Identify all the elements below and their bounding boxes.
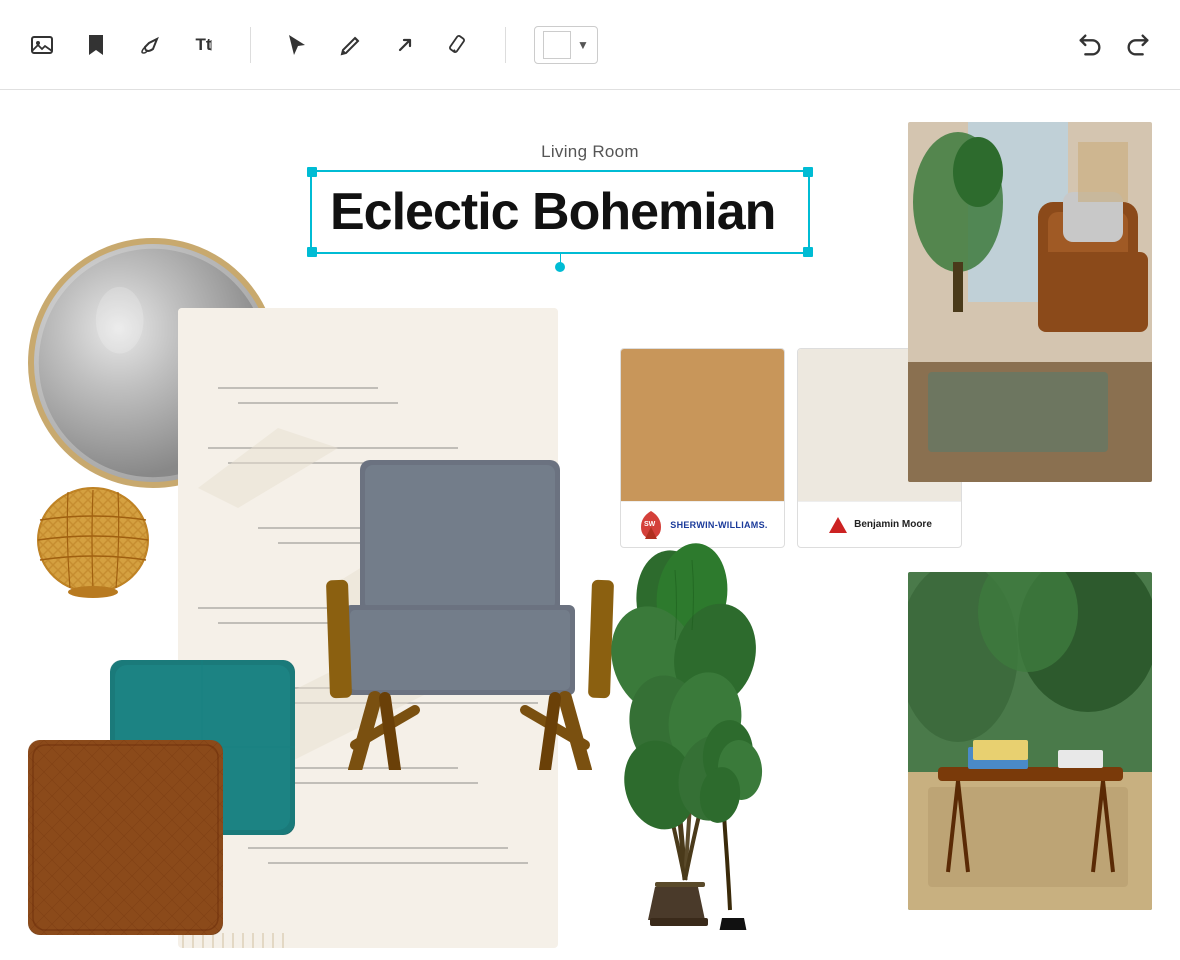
plant-svg [600,530,770,930]
handle-top-left[interactable] [307,167,317,177]
undo-redo-group [1072,27,1156,63]
image-tool[interactable] [24,27,60,63]
title-box-border: Eclectic Bohemian [310,170,810,254]
swatch-color-sw [621,349,784,501]
plant-element[interactable] [600,530,770,930]
pencil-tool[interactable] [441,27,477,63]
title-element[interactable]: Eclectic Bohemian [310,170,810,254]
image-icon [30,33,54,57]
color-dropdown-arrow: ▼ [577,38,589,52]
redo-button[interactable] [1120,27,1156,63]
text-cursor: | [210,39,213,51]
svg-text:SW: SW [644,521,656,528]
select-tool[interactable] [279,27,315,63]
chair-element[interactable] [320,450,620,770]
color-picker-button[interactable]: ▼ [534,26,598,64]
title-text[interactable]: Eclectic Bohemian [330,182,790,242]
color-swatch [543,31,571,59]
text-tool[interactable]: Tt | [186,27,222,63]
bm-logo [827,515,849,535]
benjamin-moore-brand: Benjamin Moore [827,515,932,535]
design-canvas[interactable]: Living Room Eclectic Bohemian [0,90,1180,960]
pillow-brown-element[interactable] [28,740,223,935]
media-tools-group: Tt | [24,27,222,63]
divider-1 [250,27,251,63]
bm-brand-text: Benjamin Moore [854,519,932,530]
bookmark-tool[interactable] [78,27,114,63]
pencil-icon [447,33,471,57]
pillow-brown-svg [28,740,223,935]
room-photo-br-svg [908,572,1152,910]
swatch-brand-bm: Benjamin Moore [798,501,961,547]
resize-icon [393,33,417,57]
chair-svg [320,450,620,770]
undo-icon [1076,31,1104,59]
select-arrow-icon [285,33,309,57]
handle-bottom-right[interactable] [803,247,813,257]
color-group: ▼ [534,26,598,64]
rattan-basket-element[interactable] [28,480,158,600]
photo-top-right[interactable] [908,122,1152,482]
swatch-sherwin-williams[interactable]: SW SHERWIN-WILLIAMS. [620,348,785,548]
brush-tool[interactable] [132,27,168,63]
brush-icon [138,33,162,57]
divider-2 [505,27,506,63]
pen-tool[interactable] [333,27,369,63]
resize-tool[interactable] [387,27,423,63]
drawing-tools-group [279,27,477,63]
handle-top-right[interactable] [803,167,813,177]
room-label: Living Room [541,142,639,162]
pen-icon [339,33,363,57]
sw-brand-text: SHERWIN-WILLIAMS. [670,520,767,530]
room-photo-tr-svg [908,122,1152,482]
bookmark-icon [84,33,108,57]
handle-bottom-mid[interactable] [555,262,565,272]
photo-bottom-right[interactable] [908,572,1152,910]
redo-icon [1124,31,1152,59]
undo-button[interactable] [1072,27,1108,63]
handle-bottom-left[interactable] [307,247,317,257]
toolbar: Tt | [0,0,1180,90]
rattan-svg [28,480,158,600]
